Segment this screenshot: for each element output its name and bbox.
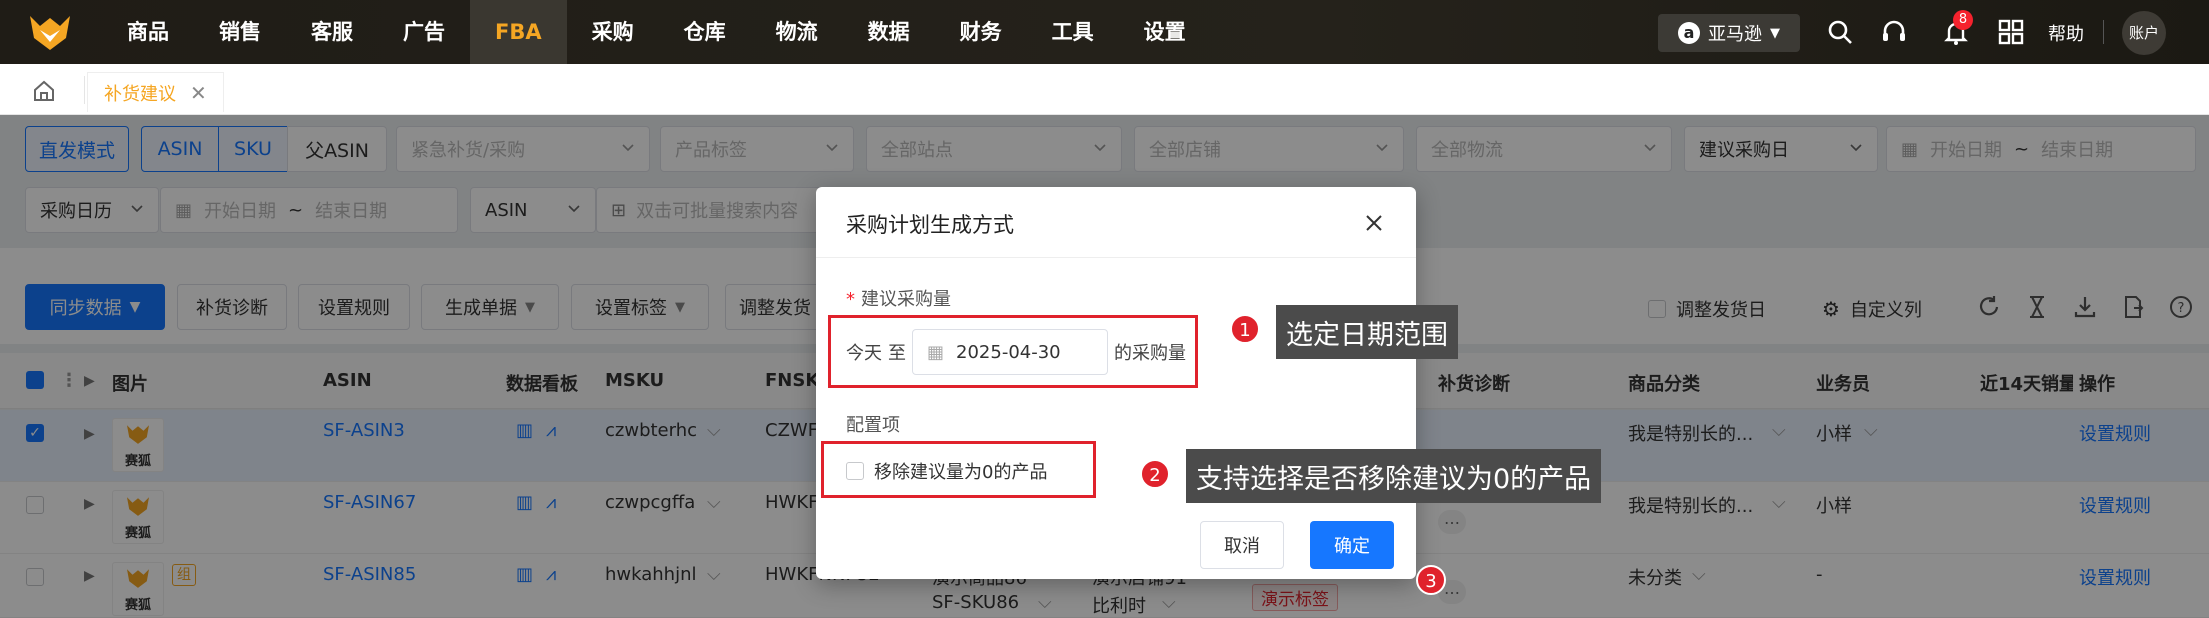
account-avatar[interactable]: 账户 [2122,11,2166,55]
remove-zero-checkbox[interactable] [846,462,864,480]
close-icon[interactable] [1364,213,1384,233]
nav-item-active[interactable]: FBA [470,0,567,64]
end-date-input[interactable]: ▦ 2025-04-30 [912,329,1108,375]
nav-item[interactable]: 采购 [567,0,659,64]
callout-label: 选定日期范围 [1276,305,1458,359]
modal-title: 采购计划生成方式 [846,213,1014,237]
marketplace-selector[interactable]: a 亚马逊 ▼ [1658,14,1800,52]
marketplace-label: 亚马逊 [1708,24,1762,45]
top-nav: 商品 销售 客服 广告 FBA 采购 仓库 物流 数据 财务 工具 设置 a 亚… [0,0,2209,64]
tab-label: 补货建议 [104,83,176,105]
home-icon[interactable] [32,79,56,103]
nav-item[interactable]: 财务 [935,0,1027,64]
nav-item[interactable]: 客服 [286,0,378,64]
nav-item[interactable]: 数据 [843,0,935,64]
nav-item[interactable]: 销售 [194,0,286,64]
tab-replenishment[interactable]: 补货建议 ✕ [87,72,224,112]
nav-menu: 商品 销售 客服 广告 FBA 采购 仓库 物流 数据 财务 工具 设置 [102,0,1211,64]
nav-item[interactable]: 物流 [751,0,843,64]
nav-item[interactable]: 设置 [1119,0,1211,64]
notification-badge: 8 [1953,10,1973,30]
calendar-icon: ▦ [927,341,945,363]
cancel-button[interactable]: 取消 [1200,521,1284,569]
today-label: 今天 [846,343,882,364]
config-label: 配置项 [846,415,900,436]
divider [816,257,1416,258]
caret-down-icon: ▼ [1770,25,1780,41]
amazon-icon: a [1678,22,1700,44]
app-logo[interactable] [28,12,72,52]
to-label: 至 [888,343,906,364]
nav-item[interactable]: 仓库 [659,0,751,64]
purchase-plan-modal: 采购计划生成方式 * 建议采购量 今天 至 ▦ 2025-04-30 的采购量 配… [816,187,1416,579]
callout-label: 支持选择是否移除建议为0的产品 [1186,449,1602,503]
remove-zero-option[interactable]: 移除建议量为0的产品 [846,458,1047,484]
nav-item[interactable]: 广告 [378,0,470,64]
callout-number: 3 [1416,565,1446,595]
close-icon[interactable]: ✕ [190,81,207,105]
end-date-value: 2025-04-30 [956,341,1061,363]
help-link[interactable]: 帮助 [2048,20,2084,46]
qty-suffix-label: 的采购量 [1114,343,1186,364]
suggested-qty-label: * 建议采购量 [846,289,951,310]
remove-zero-label: 移除建议量为0的产品 [874,462,1048,483]
nav-item[interactable]: 工具 [1027,0,1119,64]
divider [2103,20,2104,44]
nav-item[interactable]: 商品 [102,0,194,64]
tab-bar: 补货建议 ✕ [0,64,2209,115]
headset-icon[interactable] [1880,18,1908,46]
callout-number: 2 [1140,459,1170,489]
search-icon[interactable] [1826,18,1854,46]
callout-number: 1 [1230,314,1260,344]
apps-grid-icon[interactable] [1997,18,2025,46]
confirm-button[interactable]: 确定 [1310,521,1394,569]
divider [84,76,85,104]
